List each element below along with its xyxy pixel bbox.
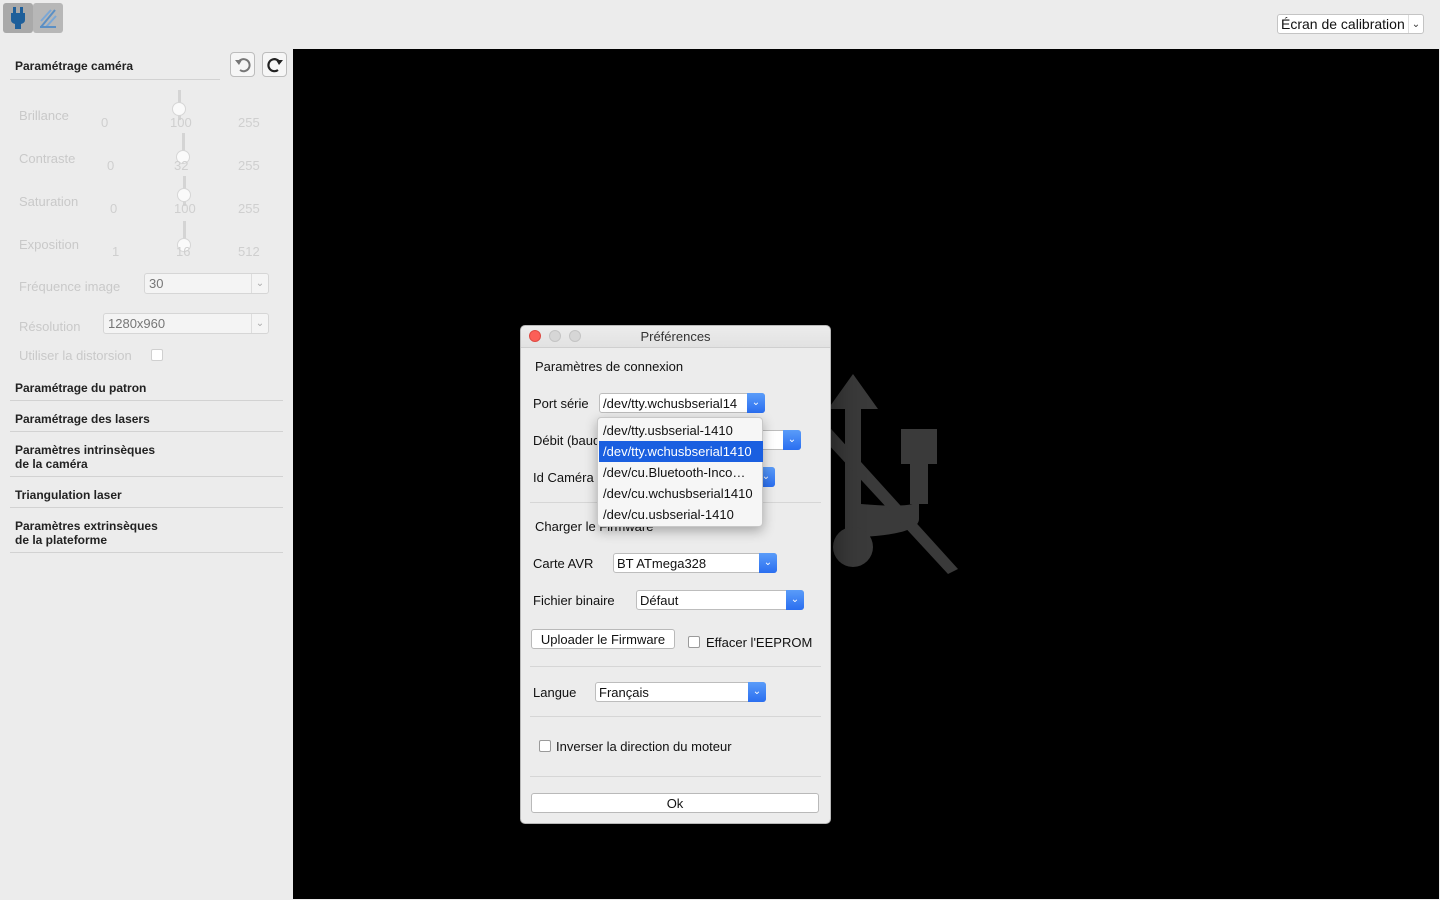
divider [10,431,283,432]
divider [10,552,283,553]
brightness-max: 255 [238,115,260,130]
contrast-label: Contraste [19,151,76,166]
invert-motor-checkbox[interactable] [539,740,551,752]
connect-button[interactable] [3,3,33,33]
main-toolbar: Écran de calibration ⌄ [0,0,1440,48]
slider-thumb[interactable] [177,188,191,202]
serial-port-value: /dev/tty.wchusbserial14 [603,395,738,411]
connection-section-title: Paramètres de connexion [535,359,684,374]
avr-board-label: Carte AVR [533,556,594,571]
contrast-max: 255 [238,158,260,173]
view-mode-select[interactable]: Écran de calibration ⌄ [1277,14,1424,34]
usb-plug-icon [11,7,25,29]
resolution-value: 1280x960 [108,316,166,331]
slider-thumb[interactable] [172,102,186,116]
camera-settings-title[interactable]: Paramétrage caméra [15,59,133,73]
chevron-down-icon: ⌄ [251,274,268,293]
section-platform-extrinsics[interactable]: Paramètres extrinsèques de la plateforme [15,519,158,547]
avr-board-value: BT ATmega328 [617,555,707,571]
language-value: Français [599,684,649,700]
camera-id-label: Id Caméra [533,470,594,485]
section-laser-triangulation[interactable]: Triangulation laser [15,488,122,502]
avr-board-combo[interactable]: BT ATmega328 ⌄ [613,553,777,573]
dialog-titlebar: Préférences [521,326,830,348]
port-option-selected[interactable]: /dev/tty.wchusbserial1410 [599,441,763,462]
chevron-down-icon: ⌄ [1408,15,1423,33]
contrast-min: 0 [107,158,115,173]
port-option[interactable]: /dev/cu.usbserial-1410 [599,504,763,525]
brightness-value: 100 [170,115,192,130]
separator [530,776,821,777]
contrast-value: 32 [174,158,189,173]
upload-firmware-button[interactable]: Uploader le Firmware [531,629,675,649]
port-option[interactable]: /dev/cu.wchusbserial1410 [599,483,763,504]
section-camera-intrinsics[interactable]: Paramètres intrinsèques de la caméra [15,443,155,471]
brightness-label: Brillance [19,108,69,123]
framerate-label: Fréquence image [19,279,121,294]
language-combo[interactable]: Français ⌄ [595,682,766,702]
framerate-select[interactable]: 30 ⌄ [144,273,269,294]
section-pattern[interactable]: Paramétrage du patron [15,381,146,395]
refresh-icon [266,57,283,72]
camera-video-view [293,49,1439,899]
baud-label: Débit (baud [533,433,601,448]
invert-motor-label: Inverser la direction du moteur [556,739,732,754]
view-mode-value: Écran de calibration [1281,16,1405,32]
port-option[interactable]: /dev/tty.usbserial-1410 [599,420,763,441]
refresh-button[interactable] [262,52,287,77]
section-lasers[interactable]: Paramétrage des lasers [15,412,150,426]
preferences-dialog: Préférences Paramètres de connexion Port… [520,325,831,824]
serial-port-label: Port série [533,396,589,411]
undo-icon [234,57,251,72]
exposure-value: 16 [176,244,191,259]
scan-button[interactable] [33,3,63,33]
chevron-down-icon: ⌄ [759,553,777,573]
exposure-min: 1 [112,244,120,259]
calibration-sidebar: Paramétrage caméra Brillance 0 100 255 C… [0,48,293,900]
section-camera-intrinsics-line1: Paramètres intrinsèques [15,443,156,457]
separator [530,666,821,667]
distortion-checkbox[interactable] [151,349,163,361]
brightness-min: 0 [101,115,109,130]
chevron-down-icon: ⌄ [748,682,766,702]
saturation-min: 0 [110,201,118,216]
binary-file-value: Défaut [640,592,679,608]
resolution-label: Résolution [19,319,81,334]
section-platform-extrinsics-line1: Paramètres extrinsèques [15,519,158,533]
chevron-down-icon: ⌄ [747,393,765,413]
port-option[interactable]: /dev/cu.Bluetooth-Inco… [599,462,763,483]
erase-eeprom-checkbox[interactable] [688,636,700,648]
distortion-label: Utiliser la distorsion [19,348,132,363]
chevron-down-icon: ⌄ [251,314,268,333]
serial-port-dropdown: /dev/tty.usbserial-1410 /dev/tty.wchusbs… [597,417,763,527]
binary-file-combo[interactable]: Défaut ⌄ [636,590,804,610]
undo-button[interactable] [230,52,255,77]
section-platform-extrinsics-line2: de la plateforme [15,533,108,547]
dialog-title: Préférences [640,329,711,344]
chevron-down-icon: ⌄ [783,430,801,450]
separator [530,716,821,717]
resolution-select[interactable]: 1280x960 ⌄ [103,313,269,334]
serial-port-combo[interactable]: /dev/tty.wchusbserial14 ⌄ [599,393,765,413]
laser-scan-icon [40,9,57,28]
divider [10,507,283,508]
section-camera-intrinsics-line2: de la caméra [15,457,88,471]
ok-button[interactable]: Ok [531,793,819,813]
divider [10,400,283,401]
exposure-label: Exposition [19,237,79,252]
saturation-value: 100 [174,201,196,216]
framerate-value: 30 [149,276,164,291]
binary-file-label: Fichier binaire [533,593,615,608]
divider [10,79,220,80]
divider [10,476,283,477]
exposure-max: 512 [238,244,260,259]
chevron-down-icon: ⌄ [786,590,804,610]
language-label: Langue [533,685,577,700]
saturation-label: Saturation [19,194,79,209]
erase-eeprom-label: Effacer l'EEPROM [706,635,813,650]
saturation-max: 255 [238,201,260,216]
